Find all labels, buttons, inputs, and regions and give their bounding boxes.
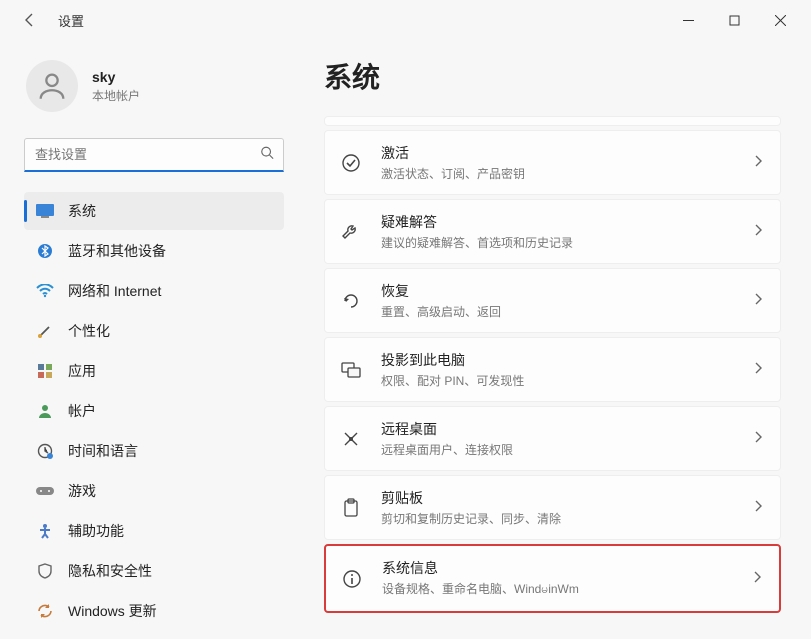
remote-icon [339,427,363,451]
nav-label: 辅助功能 [68,521,124,541]
card-about[interactable]: 系统信息设备规格、重命名电脑、WindမinWm [324,544,781,613]
nav-item-time[interactable]: 时间和语言 [24,432,284,470]
apps-icon [36,362,54,380]
maximize-icon [729,15,740,26]
nav-item-gaming[interactable]: 游戏 [24,472,284,510]
nav-label: 游戏 [68,481,96,501]
close-icon [775,15,786,26]
bluetooth-icon [36,242,54,260]
main-panel: 系统 激活激活状态、订阅、产品密钥 疑难解答建议的疑难解答、首选项和历史记录 恢… [300,40,811,639]
nav-label: Windows 更新 [68,601,157,621]
back-button[interactable] [20,10,40,30]
card-recovery[interactable]: 恢复重置、高级启动、返回 [324,268,781,333]
nav-label: 帐户 [68,401,96,421]
chevron-right-icon [754,430,762,448]
chevron-right-icon [754,292,762,310]
minimize-button[interactable] [665,4,711,36]
sidebar: sky 本地帐户 系统 蓝牙和其他设备 网络和 Internet [0,40,300,639]
card-troubleshoot[interactable]: 疑难解答建议的疑难解答、首选项和历史记录 [324,199,781,264]
nav-item-accounts[interactable]: 帐户 [24,392,284,430]
chevron-right-icon [754,361,762,379]
nav-item-accessibility[interactable]: 辅助功能 [24,512,284,550]
profile[interactable]: sky 本地帐户 [24,60,284,112]
troubleshoot-icon [339,220,363,244]
project-icon [339,358,363,382]
nav-list: 系统 蓝牙和其他设备 网络和 Internet 个性化 应用 帐户 [24,192,284,630]
nav-item-privacy[interactable]: 隐私和安全性 [24,552,284,590]
chevron-right-icon [754,223,762,241]
activation-icon [339,151,363,175]
card-sub: 重置、高级启动、返回 [381,303,736,320]
card-title: 系统信息 [382,558,735,578]
nav-item-system[interactable]: 系统 [24,192,284,230]
page-title: 系统 [324,56,781,96]
search-input[interactable] [24,138,284,172]
recovery-icon [339,289,363,313]
arrow-left-icon [22,12,38,28]
chevron-right-icon [754,154,762,172]
nav-label: 个性化 [68,321,110,341]
profile-sub: 本地帐户 [92,87,140,104]
accessibility-icon [36,522,54,540]
card-title: 剪贴板 [381,488,736,508]
nav-label: 蓝牙和其他设备 [68,241,166,261]
chevron-right-icon [754,499,762,517]
card-clipboard[interactable]: 剪贴板剪切和复制历史记录、同步、清除 [324,475,781,540]
card-sub: 设备规格、重命名电脑、WindမinWm [382,580,735,599]
gaming-icon [36,482,54,500]
card-remote[interactable]: 远程桌面远程桌面用户、连接权限 [324,406,781,471]
system-icon [36,202,54,220]
card-title: 投影到此电脑 [381,350,736,370]
profile-name: sky [92,69,140,85]
account-icon [36,402,54,420]
nav-label: 隐私和安全性 [68,561,152,581]
nav-item-bluetooth[interactable]: 蓝牙和其他设备 [24,232,284,270]
nav-item-network[interactable]: 网络和 Internet [24,272,284,310]
nav-item-update[interactable]: Windows 更新 [24,592,284,630]
card-title: 远程桌面 [381,419,736,439]
minimize-icon [683,15,694,26]
time-icon [36,442,54,460]
card-title: 疑难解答 [381,212,736,232]
nav-item-apps[interactable]: 应用 [24,352,284,390]
card-sub: 建议的疑难解答、首选项和历史记录 [381,234,736,251]
titlebar: 设置 [0,0,811,40]
search-box[interactable] [24,138,284,172]
privacy-icon [36,562,54,580]
wifi-icon [36,282,54,300]
card-sub: 权限、配对 PIN、可发现性 [381,372,736,389]
avatar [26,60,78,112]
update-icon [36,602,54,620]
window-title: 设置 [58,11,84,30]
card-project[interactable]: 投影到此电脑权限、配对 PIN、可发现性 [324,337,781,402]
card-peek[interactable] [324,116,781,126]
about-icon [340,567,364,591]
cards-list: 激活激活状态、订阅、产品密钥 疑难解答建议的疑难解答、首选项和历史记录 恢复重置… [324,130,781,613]
nav-label: 系统 [68,201,96,221]
brush-icon [36,322,54,340]
clipboard-icon [339,496,363,520]
card-title: 恢复 [381,281,736,301]
card-activation[interactable]: 激活激活状态、订阅、产品密钥 [324,130,781,195]
chevron-right-icon [753,570,761,588]
card-sub: 激活状态、订阅、产品密钥 [381,165,736,182]
close-button[interactable] [757,4,803,36]
nav-label: 网络和 Internet [68,281,161,301]
person-icon [35,69,69,103]
search-icon [260,146,274,165]
nav-item-personalization[interactable]: 个性化 [24,312,284,350]
card-sub: 剪切和复制历史记录、同步、清除 [381,510,736,527]
card-sub: 远程桌面用户、连接权限 [381,441,736,458]
maximize-button[interactable] [711,4,757,36]
nav-label: 应用 [68,361,96,381]
nav-label: 时间和语言 [68,441,138,461]
card-title: 激活 [381,143,736,163]
